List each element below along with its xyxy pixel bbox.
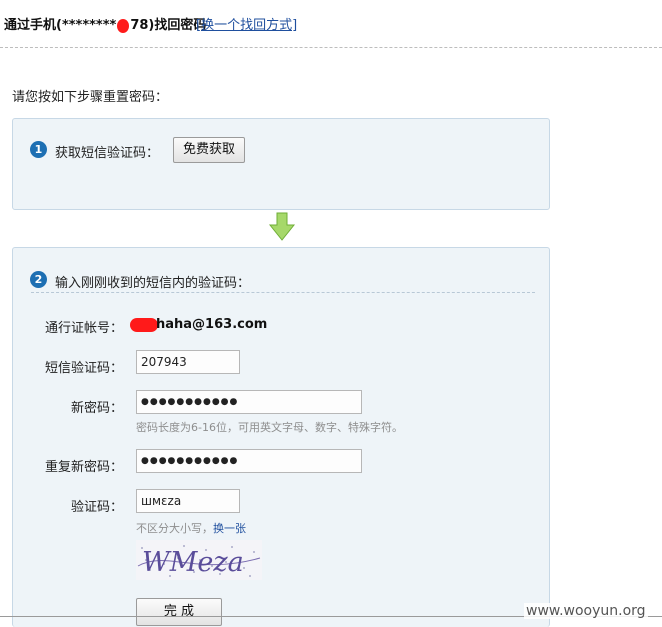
step1-panel: 1 获取短信验证码： 免费获取 bbox=[12, 118, 550, 210]
page-header: 通过手机(******** 78)找回密码 [换一个找回方式] bbox=[0, 0, 662, 48]
new-password-input[interactable]: ●●●●●●●●●●● bbox=[136, 390, 362, 414]
step1-label: 获取短信验证码： bbox=[55, 146, 160, 161]
get-sms-code-button[interactable]: 免费获取 bbox=[173, 137, 245, 163]
sms-code-label: 短信验证码： bbox=[44, 361, 123, 376]
page-title: 通过手机(******** 78)找回密码 bbox=[4, 14, 206, 33]
step2-label: 输入刚刚收到的短信内的验证码： bbox=[55, 276, 251, 291]
captcha-hint: 不区分大小写，换一张 bbox=[136, 520, 246, 536]
refresh-captcha-link[interactable]: 换一张 bbox=[213, 522, 246, 535]
captcha-input[interactable]: шмεzа bbox=[136, 489, 240, 513]
captcha-image-text: WMeza bbox=[142, 547, 244, 578]
captcha-label: 验证码： bbox=[70, 500, 123, 515]
down-arrow-icon bbox=[268, 212, 296, 241]
account-redaction-mark bbox=[130, 318, 158, 332]
title-suffix: 78)找回密码 bbox=[130, 18, 207, 33]
new-password-label: 新密码： bbox=[70, 401, 123, 416]
account-value: haha@163.com bbox=[156, 317, 268, 332]
title-prefix: 通过手机(******** bbox=[4, 18, 117, 33]
section-divider bbox=[31, 292, 535, 293]
repeat-password-label: 重复新密码： bbox=[44, 460, 123, 475]
captcha-image[interactable]: WMeza bbox=[136, 540, 262, 580]
watermark: www.wooyun.org bbox=[524, 603, 648, 619]
repeat-password-input[interactable]: ●●●●●●●●●●● bbox=[136, 449, 362, 473]
step2-panel: 2 输入刚刚收到的短信内的验证码： 通行证帐号： haha@163.com 短信… bbox=[12, 247, 550, 627]
captcha-hint-text: 不区分大小写， bbox=[136, 522, 213, 535]
redaction-mark bbox=[117, 18, 130, 33]
switch-method-link[interactable]: [换一个找回方式] bbox=[196, 14, 297, 33]
sms-code-input[interactable]: 207943 bbox=[136, 350, 240, 374]
account-label: 通行证帐号： bbox=[44, 321, 123, 336]
password-hint: 密码长度为6-16位，可用英文字母、数字、特殊字符。 bbox=[136, 421, 403, 434]
step2-number-icon: 2 bbox=[30, 271, 47, 288]
instruction-text: 请您按如下步骤重置密码： bbox=[12, 90, 169, 105]
step1-number-icon: 1 bbox=[30, 141, 47, 158]
